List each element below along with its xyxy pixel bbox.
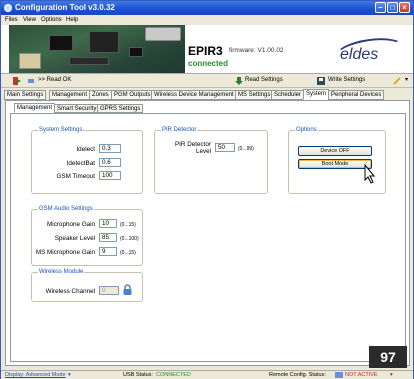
minimize-button[interactable]: – <box>375 2 386 13</box>
pir-detector-group: PIR Detector <box>154 127 268 194</box>
lock-icon[interactable] <box>122 284 133 296</box>
display-mode-link[interactable]: Display: Advanced Mode <box>5 372 66 378</box>
subtab-smart-security[interactable]: Smart Security <box>54 104 100 113</box>
page-number-badge: 97 <box>369 346 407 368</box>
wireless-module-legend: Wireless Module <box>38 269 85 275</box>
tab-scheduler[interactable]: Scheduler <box>271 90 305 100</box>
firmware-version: firmware: V1.00.02 <box>229 47 284 54</box>
wireless-channel-label: Wireless Channel <box>45 288 95 295</box>
toolbar-overflow-icon[interactable]: ▾ <box>405 76 408 83</box>
tab-wireless-device-management[interactable]: Wireless Device Management <box>151 90 237 100</box>
pir-level-range: (0...99) <box>238 146 254 152</box>
microphone-gain-range: (0...15) <box>120 222 136 228</box>
close-button[interactable]: × <box>399 2 410 13</box>
menu-bar: Files View Options Help <box>1 15 413 25</box>
read-status: >> Read OK <box>38 77 72 83</box>
tab-ms-settings[interactable]: MS Settings <box>235 90 274 100</box>
save-icon <box>317 77 325 85</box>
ms-microphone-gain-label: MS Microphone Gain <box>35 249 95 256</box>
mouse-pointer-icon <box>364 163 376 184</box>
title-bar[interactable]: Configuration Tool v3.0.32 – □ × <box>1 1 413 15</box>
wireless-channel-input <box>99 286 119 295</box>
ms-microphone-gain-input[interactable] <box>99 247 117 256</box>
speaker-level-range: (0...100) <box>120 236 139 242</box>
pir-level-input[interactable] <box>215 143 235 152</box>
idetectbat-label: IdetectBat <box>66 160 95 167</box>
remote-status-icon <box>335 372 343 378</box>
status-bar: Display: Advanced Mode ▾ USB Status: CON… <box>1 370 413 379</box>
wand-icon[interactable] <box>393 77 401 85</box>
idelect-label: Idelect <box>76 146 95 153</box>
speaker-level-input[interactable] <box>99 233 117 242</box>
usb-status-label: USB Status: <box>123 372 153 378</box>
main-window: Configuration Tool v3.0.32 – □ × Files V… <box>0 0 414 379</box>
ms-microphone-gain-range: (0...15) <box>120 250 136 256</box>
eldes-logo: eldes <box>340 46 379 63</box>
app-icon <box>4 4 12 12</box>
status-dropdown-icon[interactable]: ▾ <box>390 372 393 378</box>
toolbar: >> Read OK Read Settings Write Settings … <box>1 74 413 88</box>
usb-icon <box>28 79 34 83</box>
menu-files[interactable]: Files <box>5 17 18 23</box>
device-board-image <box>9 25 185 73</box>
usb-status-value: CONNECTED <box>156 372 191 378</box>
read-settings-button[interactable]: Read Settings <box>245 77 283 83</box>
pir-detector-legend: PIR Detector <box>161 127 198 133</box>
subtab-management[interactable]: Management <box>14 103 56 113</box>
gsm-timeout-input[interactable] <box>99 171 121 180</box>
maximize-button[interactable]: □ <box>387 2 398 13</box>
remote-status-value: NOT ACTIVE <box>345 372 378 378</box>
tab-zones[interactable]: Zones <box>89 90 112 100</box>
subtab-gprs-settings[interactable]: GPRS Settings <box>97 104 144 113</box>
tab-system[interactable]: System <box>303 89 330 100</box>
remote-status-label: Remote Config. Status: <box>269 372 326 378</box>
gsm-audio-legend: GSM Audio Settings <box>38 206 94 212</box>
idetectbat-input[interactable] <box>99 158 121 167</box>
device-name: EPIR3 <box>188 44 223 58</box>
system-settings-legend: System Settings <box>38 127 84 133</box>
tab-pgm-outputs[interactable]: PGM Outputs <box>111 90 154 100</box>
microphone-gain-input[interactable] <box>99 219 117 228</box>
connection-status: connected <box>188 59 229 68</box>
exit-icon[interactable] <box>13 77 21 85</box>
menu-view[interactable]: View <box>23 17 36 23</box>
read-arrow-icon <box>235 77 243 85</box>
idelect-input[interactable] <box>99 144 121 153</box>
pir-level-label-line2: Level <box>195 148 211 155</box>
pir-level-label-line1: PIR Detector <box>174 141 211 148</box>
main-tabs: Main Settings Management Zones PGM Outpu… <box>1 89 413 100</box>
window-title: Configuration Tool v3.0.32 <box>15 3 115 12</box>
options-legend: Options <box>295 127 318 133</box>
display-mode-dropdown-icon[interactable]: ▾ <box>68 372 71 378</box>
gsm-timeout-label: GSM Timeout <box>56 173 96 180</box>
device-off-button[interactable]: Device OFF <box>298 146 372 156</box>
menu-help[interactable]: Help <box>66 17 78 23</box>
tab-management[interactable]: Management <box>49 90 91 100</box>
tab-main-settings[interactable]: Main Settings <box>4 90 47 100</box>
microphone-gain-label: Microphone Gain <box>47 221 95 228</box>
write-settings-button[interactable]: Write Settings <box>328 77 365 83</box>
menu-options[interactable]: Options <box>41 17 62 23</box>
tab-peripheral-devices[interactable]: Peripheral Devices <box>328 90 385 100</box>
speaker-level-label: Speaker Level <box>54 235 95 242</box>
